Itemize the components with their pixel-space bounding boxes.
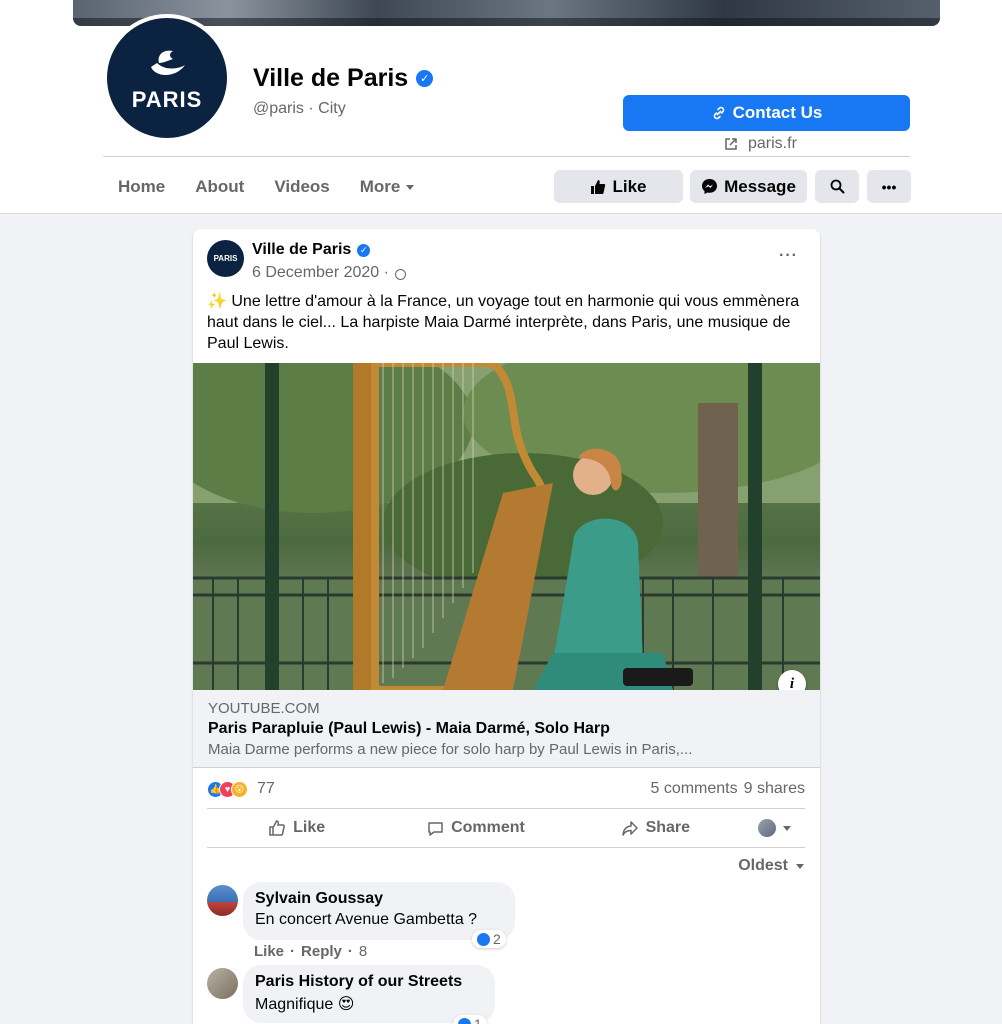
wow-reaction-icon: 😮 (231, 780, 248, 798)
reactions-summary[interactable]: 👍 ♥ 😮 77 (207, 780, 275, 798)
message-label: Message (724, 176, 796, 196)
comment-bubble: Paris History of our Streets Magnifique … (243, 965, 495, 1023)
more-options-button[interactable]: ••• (867, 170, 911, 203)
external-link-icon (725, 138, 737, 150)
commenter-avatar[interactable] (207, 885, 238, 916)
link-icon (713, 106, 724, 120)
page-tabs: Home About Videos More (103, 170, 429, 204)
actions-divider (207, 847, 805, 848)
react-as-selector[interactable] (745, 819, 805, 837)
post-author-name: Ville de Paris (252, 241, 352, 258)
link-description: Maia Darme performs a new piece for solo… (208, 741, 693, 758)
comment-reaction-count[interactable]: 2 (472, 930, 506, 948)
like-reaction-icon (477, 932, 490, 946)
tab-more[interactable]: More (345, 177, 430, 197)
search-icon (830, 179, 844, 194)
like-label: Like (293, 819, 326, 836)
post-card: PARIS Ville de Paris ✓ 6 December 2020 ·… (193, 229, 820, 1024)
post-timestamp[interactable]: 6 December 2020 · (252, 264, 406, 282)
header-divider (103, 156, 910, 157)
page-title: Ville de Paris ✓ (253, 64, 434, 93)
post-actions: Like Comment Share (207, 810, 805, 846)
like-button[interactable]: Like (207, 819, 386, 837)
logo-text: PARIS (131, 87, 203, 112)
commenter-name[interactable]: Paris History of our Streets (255, 973, 483, 991)
share-icon (621, 820, 638, 836)
comment-likes: 1 (474, 1016, 482, 1024)
cover-photo[interactable] (73, 0, 940, 26)
like-reaction-icon (458, 1017, 471, 1024)
post-stats: 👍 ♥ 😮 77 5 comments 9 shares (207, 777, 805, 801)
comment-text: En concert Avenue Gambetta ? (255, 911, 478, 928)
tab-home[interactable]: Home (103, 177, 180, 197)
chevron-down-icon (406, 184, 415, 190)
profile-avatar-icon (758, 819, 777, 837)
page-handle: @paris · City (253, 100, 346, 117)
globe-icon (394, 268, 406, 280)
post-author[interactable]: Ville de Paris ✓ (252, 241, 371, 259)
like-page-button[interactable]: Like (554, 170, 683, 203)
thumbs-up-icon (591, 179, 606, 194)
tab-videos[interactable]: Videos (259, 177, 344, 197)
more-dots-icon: ••• (881, 178, 897, 195)
like-page-label: Like (612, 176, 647, 196)
link-domain: YOUTUBE.COM (208, 700, 320, 717)
shares-count[interactable]: 9 shares (744, 780, 805, 798)
post-avatar-logo-text: PARIS (213, 254, 238, 263)
video-thumbnail[interactable]: i (193, 363, 820, 690)
comments-count[interactable]: 5 comments (650, 780, 737, 798)
commenter-name[interactable]: Sylvain Goussay (255, 890, 503, 908)
chevron-down-icon (783, 825, 792, 831)
comment-text: Magnifique 😍 (255, 996, 355, 1013)
share-label: Share (645, 819, 691, 836)
commenter-avatar[interactable] (207, 968, 238, 999)
page-profile-picture[interactable]: PARIS (103, 14, 231, 142)
messenger-icon (702, 179, 718, 194)
search-button[interactable] (815, 170, 859, 203)
website-label: paris.fr (748, 135, 797, 152)
reaction-count: 77 (257, 780, 275, 797)
page-header: PARIS Ville de Paris ✓ @paris · City Con… (0, 0, 1002, 214)
info-icon[interactable]: i (778, 670, 806, 690)
post-text: ✨ Une lettre d'amour à la France, un voy… (207, 293, 800, 352)
post-author-avatar[interactable]: PARIS (207, 240, 244, 277)
comment-likes: 2 (493, 931, 501, 947)
link-title: Paris Parapluie (Paul Lewis) - Maia Darm… (208, 720, 610, 737)
harpist-image (193, 363, 820, 690)
verified-badge-icon: ✓ (357, 243, 371, 257)
thumbs-up-outline-icon (269, 820, 286, 836)
comment-reaction-count[interactable]: 1 (453, 1015, 487, 1024)
contact-us-label: Contact Us (732, 103, 823, 122)
tab-about[interactable]: About (180, 177, 259, 197)
post-options-button[interactable]: ··· (779, 247, 798, 265)
message-button[interactable]: Message (690, 170, 807, 203)
website-link[interactable]: paris.fr (724, 135, 797, 153)
tab-more-label: More (359, 177, 401, 196)
paris-logo-icon (151, 50, 185, 75)
stats-divider (207, 808, 805, 809)
link-preview[interactable]: YOUTUBE.COM Paris Parapluie (Paul Lewis)… (193, 690, 820, 768)
contact-us-button[interactable]: Contact Us (623, 95, 910, 131)
comment-icon (428, 821, 443, 836)
comment-button[interactable]: Comment (386, 819, 565, 837)
verified-badge-icon: ✓ (416, 70, 434, 87)
page-name-text: Ville de Paris (253, 64, 409, 92)
comment-sort-dropdown[interactable]: Oldest (738, 857, 804, 875)
sort-label: Oldest (738, 857, 788, 874)
share-button[interactable]: Share (566, 819, 745, 837)
comment-label: Comment (451, 819, 525, 836)
chevron-down-icon (796, 863, 804, 869)
post-date-text: 6 December 2020 · (252, 264, 389, 281)
